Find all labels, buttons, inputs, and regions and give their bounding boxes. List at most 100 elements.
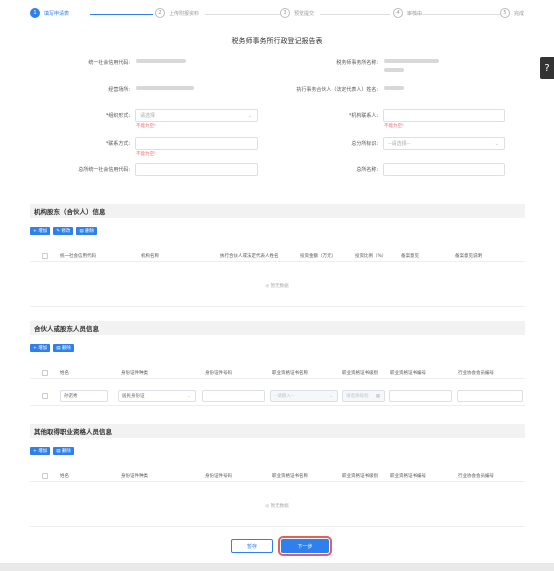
step-5: 5 完成 [500,8,524,18]
column-header: 统一社会信用代码 [60,254,96,259]
branch-flag-placeholder: --请选择-- [388,141,411,147]
partner-value [384,86,404,92]
step-connector [205,14,280,15]
column-header: 身份证件号码 [205,474,232,479]
bottom-bar [0,563,554,571]
section-org-shareholders-header: 机构股东（合伙人）信息 [30,204,525,218]
contact-person-error: 不能为空! [384,124,404,129]
delete-button[interactable]: ▤ 删除 [53,447,74,455]
next-step-button[interactable]: 下一步 [278,536,332,556]
org-form-placeholder: 请选择 [140,113,156,119]
delete-button[interactable]: ▤ 删除 [76,227,98,235]
calendar-icon: ▦ [375,394,380,399]
step-connector [320,14,390,15]
column-header: 身份证件种类 [121,474,148,479]
location-label: 经营场所: [108,87,130,93]
column-header: 执行合伙人或法定代表人姓名 [220,254,279,259]
column-header: 职业资格证书编号 [390,371,426,376]
column-header: 职业资格证书级别 [342,371,378,376]
empty-state: ◎ 暂无数据 [265,284,289,289]
help-icon[interactable]: ? [540,57,554,79]
select-all-checkbox[interactable] [42,253,48,259]
step-connector [90,14,153,15]
contact-method-label: *联系方式: [105,141,130,147]
chevron-down-icon: ⌄ [329,394,333,399]
id-type-select[interactable]: 居民身份证 ⌄ [118,390,196,402]
column-header: 姓名 [60,371,69,376]
step-number: 3 [280,8,290,18]
firm-name-label: 税务师事务所名称: [336,60,378,66]
org-form-select[interactable]: 请选择 ⌄ [135,109,258,122]
branch-flag-select[interactable]: --请选择-- ⌄ [383,137,505,150]
add-button[interactable]: + 增加 [30,447,51,455]
divider [30,306,525,307]
chevron-down-icon: ⌄ [247,113,252,119]
add-button[interactable]: + 增加 [30,344,51,352]
column-header: 行业协会会员编号 [458,371,494,376]
column-header: 投资比例（%） [355,254,387,259]
empty-state: ◎ 暂无数据 [265,504,289,509]
chevron-down-icon: ⌄ [187,394,191,399]
step-3: 3 预览提交 [280,8,314,18]
cert-name-select[interactable]: --请输入-- ⌄ [270,390,338,402]
table-header: 统一社会信用代码 机构名称 执行合伙人或法定代表人姓名 投资金额（万元） 投资比… [30,249,525,262]
org-form-label: *组织形式: [105,113,130,119]
progress-steps: 1 填写申请表 2 上传附报资料 3 预览提交 4 审核中 5 完成 [30,8,530,22]
column-header: 姓名 [60,474,69,479]
column-header: 投资金额（万元） [300,254,336,259]
id-number-input[interactable] [202,390,265,402]
id-type-value: 居民身份证 [122,394,145,399]
section-other-qualified-header: 其他取得职业资格人员信息 [30,424,525,438]
step-number: 2 [155,8,165,18]
add-button[interactable]: + 增加 [30,227,51,235]
hq-name-input[interactable] [383,163,505,176]
org-form-error: 不能为空! [136,124,156,129]
step-number: 4 [393,8,403,18]
hq-credit-label: 总所统一社会信用代码: [78,167,130,173]
member-number-input[interactable] [457,390,523,402]
column-header: 行业协会会员编号 [458,474,494,479]
section-shareholder-persons-header: 合伙人或股东人员信息 [30,321,525,335]
delete-button[interactable]: ▤ 删除 [53,344,74,352]
contact-method-input[interactable] [135,137,258,150]
column-header: 职业资格证书名称 [272,371,308,376]
cert-number-input[interactable] [389,390,452,402]
column-header: 备案意见说明 [455,254,482,259]
table-row: 孙诺秀 居民身份证 ⌄ --请输入-- ⌄ 请选择级别 ▦ [30,386,525,406]
cert-level-select[interactable]: 请选择级别 ▦ [342,390,385,402]
step-label: 预览提交 [294,10,315,17]
form-title: 税务师事务所行政登记报告表 [231,37,323,45]
table-header: 姓名 身份证件种类 身份证件号码 职业资格证书名称 职业资格证书级别 职业资格证… [30,366,525,379]
step-4: 4 审核中 [393,8,422,18]
cert-level-placeholder: 请选择级别 [346,394,369,399]
step-1: 1 填写申请表 [30,8,69,18]
partner-label: 执行事务合伙人（法定代表人）姓名: [296,87,378,93]
step-connector [415,14,500,15]
firm-name-value-line2 [384,68,404,74]
name-input[interactable]: 孙诺秀 [60,390,108,402]
divider [30,526,525,527]
section-shareholder-persons-toolbar: + 增加 ▤ 删除 [30,344,74,352]
step-number: 5 [500,8,510,18]
save-draft-button[interactable]: 暂存 [231,539,273,553]
column-header: 身份证件号码 [205,371,232,376]
firm-name-value [384,59,439,65]
column-header: 身份证件种类 [121,371,148,376]
step-number: 1 [30,8,40,18]
contact-person-label: *机构联系人: [348,113,378,119]
select-all-checkbox[interactable] [42,473,48,479]
contact-person-input[interactable] [383,109,505,122]
step-label: 审核中 [407,10,423,17]
section-other-qualified-toolbar: + 增加 ▤ 删除 [30,447,74,455]
edit-button[interactable]: ✎ 修改 [53,227,74,235]
table-header: 姓名 身份证件种类 身份证件号码 职业资格证书名称 职业资格证书级别 职业资格证… [30,469,525,482]
step-label: 完成 [514,10,525,17]
step-2: 2 上传附报资料 [155,8,199,18]
select-all-checkbox[interactable] [42,370,48,376]
cert-name-placeholder: --请输入-- [274,394,294,399]
column-header: 备案意见 [401,254,419,259]
column-header: 职业资格证书级别 [342,474,378,479]
row-checkbox[interactable] [42,393,48,399]
column-header: 机构名称 [141,254,159,259]
hq-credit-input[interactable] [135,163,258,176]
